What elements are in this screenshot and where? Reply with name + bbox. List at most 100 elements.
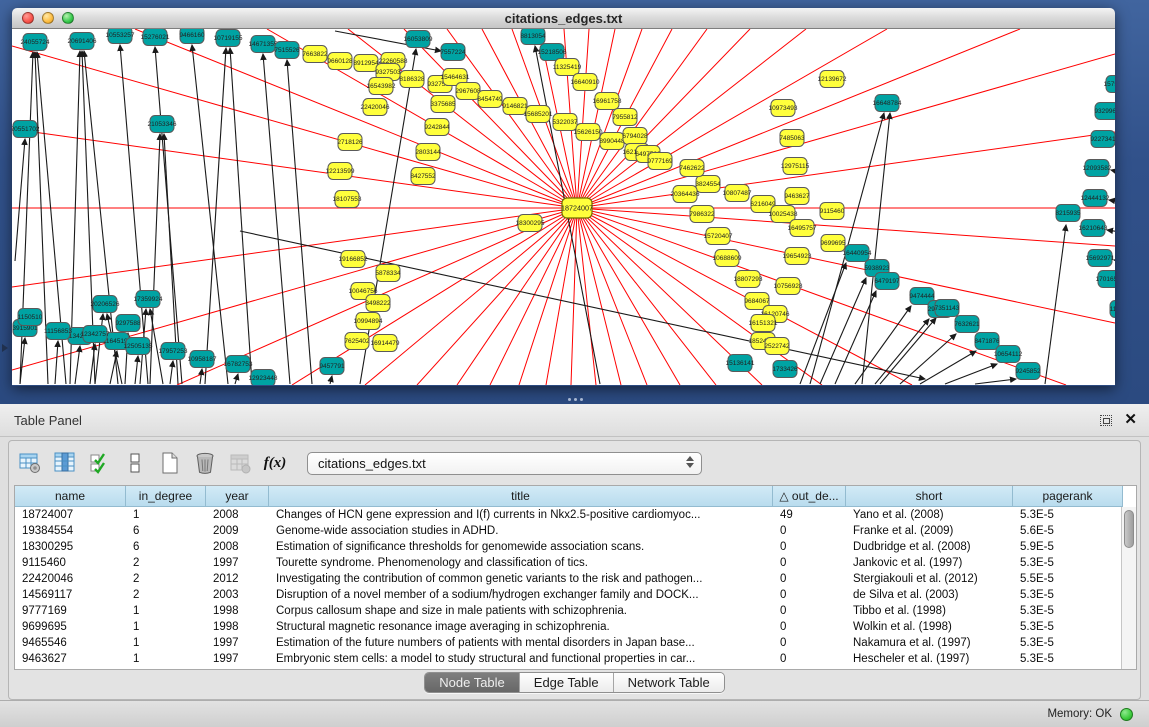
- column-header[interactable]: short: [846, 486, 1013, 507]
- network-node[interactable]: 16640910: [571, 74, 600, 91]
- network-node[interactable]: 7632621: [954, 316, 980, 333]
- network-node[interactable]: 8215935: [1055, 205, 1081, 222]
- network-node[interactable]: 10958187: [188, 351, 217, 368]
- table-row[interactable]: 946362711997Embryonic stem cells: a mode…: [15, 651, 1136, 667]
- table-settings-icon[interactable]: [17, 450, 43, 476]
- network-node[interactable]: 16543982: [367, 78, 396, 95]
- network-node[interactable]: 12505135: [124, 338, 153, 355]
- network-node[interactable]: 15218506: [538, 44, 567, 61]
- network-node[interactable]: 20206526: [91, 296, 120, 313]
- tab-node-table[interactable]: Node Table: [425, 673, 520, 692]
- zoom-window-button[interactable]: [62, 12, 74, 24]
- network-node[interactable]: 1167534: [1110, 301, 1115, 318]
- network-node[interactable]: 17957253: [159, 343, 188, 360]
- vertical-scrollbar[interactable]: [1121, 507, 1136, 670]
- network-node[interactable]: 10719155: [214, 30, 243, 47]
- float-panel-icon[interactable]: [1100, 415, 1112, 426]
- network-node[interactable]: 9297588: [115, 315, 141, 332]
- column-header[interactable]: pagerank: [1013, 486, 1123, 507]
- table-row[interactable]: 2242004622012Investigating the contribut…: [15, 571, 1136, 587]
- network-node[interactable]: 17016504: [1096, 271, 1115, 288]
- splitter-handle[interactable]: [566, 397, 584, 402]
- table-row[interactable]: 1830029562008Estimation of significance …: [15, 539, 1136, 555]
- network-node[interactable]: 16440954: [843, 245, 872, 262]
- table-row[interactable]: 969969511998Structural magnetic resonanc…: [15, 619, 1136, 635]
- network-node[interactable]: 11325419: [553, 59, 582, 76]
- network-node[interactable]: 21053346: [148, 116, 177, 133]
- network-node[interactable]: 10994894: [354, 313, 383, 330]
- network-node[interactable]: 5878334: [375, 265, 401, 282]
- network-node[interactable]: 10654112: [994, 346, 1023, 363]
- network-node[interactable]: 10688609: [713, 250, 742, 267]
- network-node[interactable]: 3375685: [430, 96, 456, 113]
- network-node[interactable]: 2803144: [415, 144, 441, 161]
- network-node[interactable]: 24055724: [21, 34, 50, 51]
- network-node[interactable]: 12923448: [249, 370, 278, 386]
- close-window-button[interactable]: [22, 12, 34, 24]
- network-node[interactable]: 7351143: [935, 300, 960, 317]
- network-node[interactable]: 20364436: [671, 186, 700, 203]
- network-node[interactable]: 15136141: [726, 355, 755, 372]
- network-canvas[interactable]: 2405572420691406105532571527602194661601…: [12, 29, 1115, 385]
- row-height-icon[interactable]: [122, 450, 148, 476]
- network-node[interactable]: 9466160: [179, 29, 205, 44]
- column-header[interactable]: title: [269, 486, 773, 507]
- network-node[interactable]: 8990448: [599, 133, 625, 150]
- network-node[interactable]: 6479197: [874, 273, 900, 290]
- network-node[interactable]: 10973493: [769, 100, 798, 117]
- network-node[interactable]: 9457791: [319, 358, 345, 375]
- network-node[interactable]: 20551702: [12, 121, 40, 138]
- table-row[interactable]: 946554611997Estimation of the future num…: [15, 635, 1136, 651]
- network-node[interactable]: 19166852: [339, 251, 368, 268]
- network-node[interactable]: 8471876: [974, 333, 1000, 350]
- network-node[interactable]: 18300295: [516, 215, 545, 232]
- network-node[interactable]: 15751074: [1104, 76, 1115, 93]
- network-node[interactable]: 16210643: [1079, 220, 1108, 237]
- network-node[interactable]: 15276021: [141, 29, 170, 46]
- network-node[interactable]: 15685201: [524, 106, 553, 123]
- window-titlebar[interactable]: citations_edges.txt: [12, 8, 1115, 29]
- network-node[interactable]: 16053809: [404, 31, 433, 48]
- network-node[interactable]: 16495757: [788, 220, 817, 237]
- network-node[interactable]: 9245852: [1015, 363, 1041, 380]
- network-node[interactable]: 9227341: [1090, 131, 1115, 148]
- table-row[interactable]: 1456911722003Disruption of a novel membe…: [15, 587, 1136, 603]
- network-node[interactable]: 16961758: [593, 93, 622, 110]
- network-node[interactable]: 17359924: [134, 291, 163, 308]
- network-node[interactable]: 9329965: [1094, 103, 1115, 120]
- network-node[interactable]: 11156853: [44, 323, 72, 340]
- network-node[interactable]: 10553257: [106, 29, 135, 44]
- column-header[interactable]: name: [15, 486, 126, 507]
- network-node[interactable]: 15720407: [704, 228, 733, 245]
- table-row[interactable]: 977716911998Corpus callosum shape and si…: [15, 603, 1136, 619]
- table-row[interactable]: 1872400712008Changes of HCN gene express…: [15, 507, 1136, 523]
- show-column-icon[interactable]: [52, 450, 78, 476]
- network-node[interactable]: 9699695: [820, 235, 846, 252]
- network-node[interactable]: 12093582: [1083, 160, 1112, 177]
- network-hub-node[interactable]: 18724007: [561, 198, 593, 218]
- network-node[interactable]: 7625402: [344, 333, 370, 350]
- minimize-window-button[interactable]: [42, 12, 54, 24]
- network-node[interactable]: 3824554: [695, 176, 721, 193]
- network-node[interactable]: 7485063: [779, 130, 805, 147]
- network-node[interactable]: 2718126: [337, 134, 363, 151]
- network-node[interactable]: 10807487: [723, 185, 752, 202]
- network-node[interactable]: 22420046: [361, 99, 390, 116]
- network-node[interactable]: 15692971: [1086, 250, 1115, 267]
- network-node[interactable]: 1733426: [772, 361, 798, 378]
- network-node[interactable]: 12444132: [1081, 190, 1110, 207]
- network-node[interactable]: 9777169: [647, 153, 673, 170]
- network-node[interactable]: 8454749: [477, 91, 503, 108]
- network-node[interactable]: 7986322: [689, 206, 715, 223]
- node-table[interactable]: namein_degreeyeartitle△ out_de...shortpa…: [14, 485, 1137, 670]
- network-window[interactable]: citations_edges.txt 24055724206914061055…: [12, 8, 1115, 386]
- column-header[interactable]: year: [206, 486, 269, 507]
- column-header[interactable]: in_degree: [126, 486, 206, 507]
- table-row[interactable]: 1938455462009Genome-wide association stu…: [15, 523, 1136, 539]
- scrollbar-thumb[interactable]: [1124, 510, 1134, 548]
- network-node[interactable]: 12139672: [818, 71, 847, 88]
- network-node[interactable]: 12975115: [781, 158, 810, 175]
- network-node[interactable]: 1150510: [18, 309, 43, 326]
- network-node[interactable]: 18807293: [734, 271, 763, 288]
- network-node[interactable]: 8427552: [410, 168, 436, 185]
